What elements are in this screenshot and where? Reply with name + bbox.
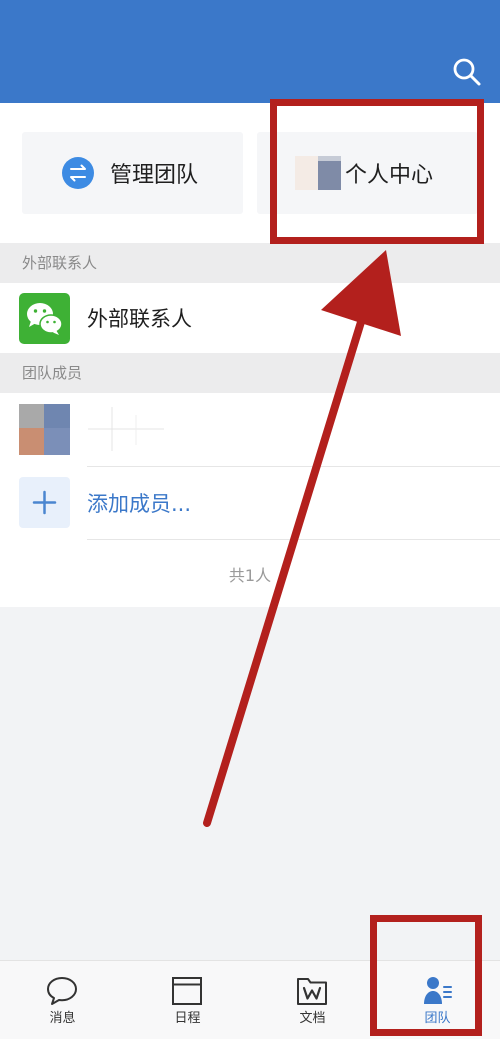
section-header-team-members: 团队成员 [0, 353, 500, 393]
tab-messages[interactable]: 消息 [0, 961, 125, 1039]
document-folder-icon [297, 978, 327, 1005]
avatar-pixel [318, 156, 341, 190]
avatar-pixel [19, 428, 44, 455]
obscured-member-name [88, 407, 164, 451]
avatar-pixel [19, 404, 44, 428]
tab-schedule[interactable]: 日程 [125, 961, 250, 1039]
tab-schedule-label: 日程 [174, 1011, 201, 1026]
personal-center-button[interactable]: 个人中心 [257, 132, 478, 214]
section-header-external-contacts: 外部联系人 [0, 243, 500, 283]
search-icon[interactable] [451, 56, 483, 88]
avatar-pixel [295, 156, 318, 190]
tab-messages-label: 消息 [49, 1011, 76, 1026]
avatar [19, 404, 70, 455]
personal-center-label: 个人中心 [345, 163, 434, 188]
manage-team-button[interactable]: 管理团队 [22, 132, 243, 214]
wechat-icon [19, 293, 70, 344]
tab-documents[interactable]: 文档 [250, 961, 375, 1039]
add-member-label: 添加成员... [87, 492, 192, 516]
tab-documents-label: 文档 [299, 1011, 326, 1026]
plus-icon [19, 477, 70, 528]
avatar-pixel [318, 156, 341, 161]
avatar-pixel [44, 428, 70, 455]
external-contacts-label: 外部联系人 [87, 307, 192, 331]
member-count: 共1人 [228, 565, 272, 585]
swap-settings-icon [62, 157, 94, 189]
calendar-icon [172, 977, 202, 1005]
team-members-list: 添加成员... 共1人 [0, 393, 500, 607]
tab-team[interactable]: 团队 [375, 961, 500, 1039]
bottom-tab-bar: 消息 日程 文档 团队 [0, 960, 500, 1039]
external-contacts-item[interactable]: 外部联系人 [0, 283, 500, 353]
member-item[interactable] [0, 393, 500, 466]
tab-team-label: 团队 [424, 1011, 451, 1026]
quick-actions: 管理团队 个人中心 [0, 103, 500, 243]
add-member-button[interactable]: 添加成员... [0, 467, 500, 539]
chat-bubble-icon [47, 977, 77, 1005]
team-icon [424, 977, 452, 1004]
top-header [0, 0, 500, 103]
avatar [295, 156, 341, 190]
avatar-pixel [44, 404, 70, 428]
manage-team-label: 管理团队 [110, 163, 199, 188]
